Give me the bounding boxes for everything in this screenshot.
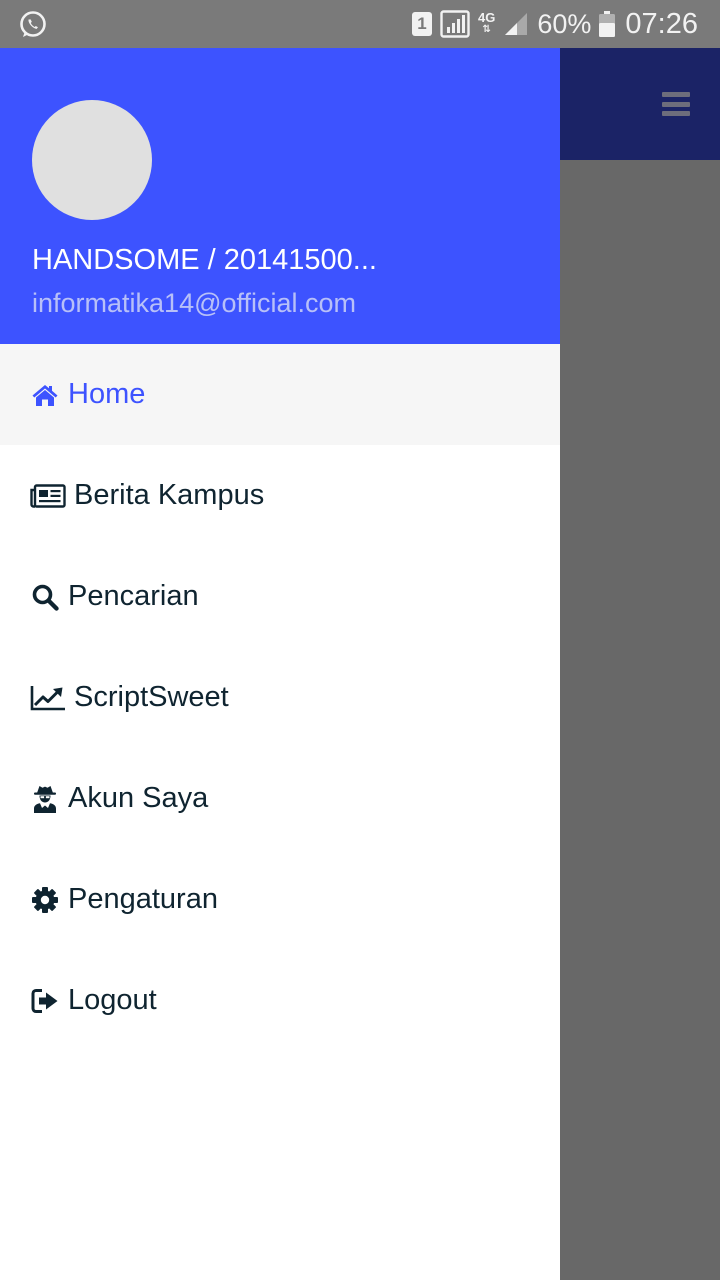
- clock: 07:26: [625, 7, 698, 40]
- menu-item-home[interactable]: Home: [0, 344, 560, 445]
- user-name: HANDSOME / 20141500...: [32, 244, 377, 276]
- line-chart-icon: [30, 683, 66, 713]
- menu-item-scriptsweet[interactable]: ScriptSweet: [0, 647, 560, 748]
- menu-item-label: Pengaturan: [68, 883, 218, 915]
- home-icon: [30, 380, 60, 410]
- user-secret-icon: [30, 784, 60, 814]
- navigation-drawer: HANDSOME / 20141500... informatika14@off…: [0, 48, 560, 1280]
- menu-item-label: Home: [68, 378, 146, 410]
- drawer-header: HANDSOME / 20141500... informatika14@off…: [0, 48, 560, 344]
- sim-icon: 1: [412, 12, 433, 36]
- menu-item-pencarian[interactable]: Pencarian: [0, 546, 560, 647]
- mobile-data-icon: 4G ⇅: [478, 10, 496, 35]
- menu-item-logout[interactable]: Logout: [0, 950, 560, 1051]
- menu-item-label: Berita Kampus: [74, 479, 265, 511]
- user-email: informatika14@official.com: [32, 288, 357, 318]
- hamburger-menu-icon[interactable]: [662, 92, 690, 116]
- menu-item-label: ScriptSweet: [74, 681, 229, 713]
- battery-icon: [599, 11, 616, 37]
- menu-item-akun-saya[interactable]: Akun Saya: [0, 748, 560, 849]
- menu-item-label: Logout: [68, 984, 157, 1016]
- menu-item-label: Pencarian: [68, 580, 199, 612]
- sign-out-icon: [30, 986, 60, 1016]
- menu-item-pengaturan[interactable]: Pengaturan: [0, 849, 560, 950]
- gear-icon: [30, 885, 60, 915]
- status-bar: 1 4G ⇅ 60% 07:26: [0, 0, 720, 48]
- search-icon: [30, 582, 60, 612]
- battery-percent: 60%: [537, 8, 592, 39]
- menu-item-berita-kampus[interactable]: Berita Kampus: [0, 445, 560, 546]
- cell-signal-icon: [505, 13, 528, 35]
- drawer-menu: Home Berita Kampus Pencarian ScriptSweet…: [0, 344, 560, 1051]
- avatar[interactable]: [32, 100, 152, 220]
- whatsapp-icon: [20, 11, 46, 37]
- menu-item-label: Akun Saya: [68, 782, 209, 814]
- signal-icon: [440, 10, 470, 38]
- newspaper-icon: [30, 481, 66, 511]
